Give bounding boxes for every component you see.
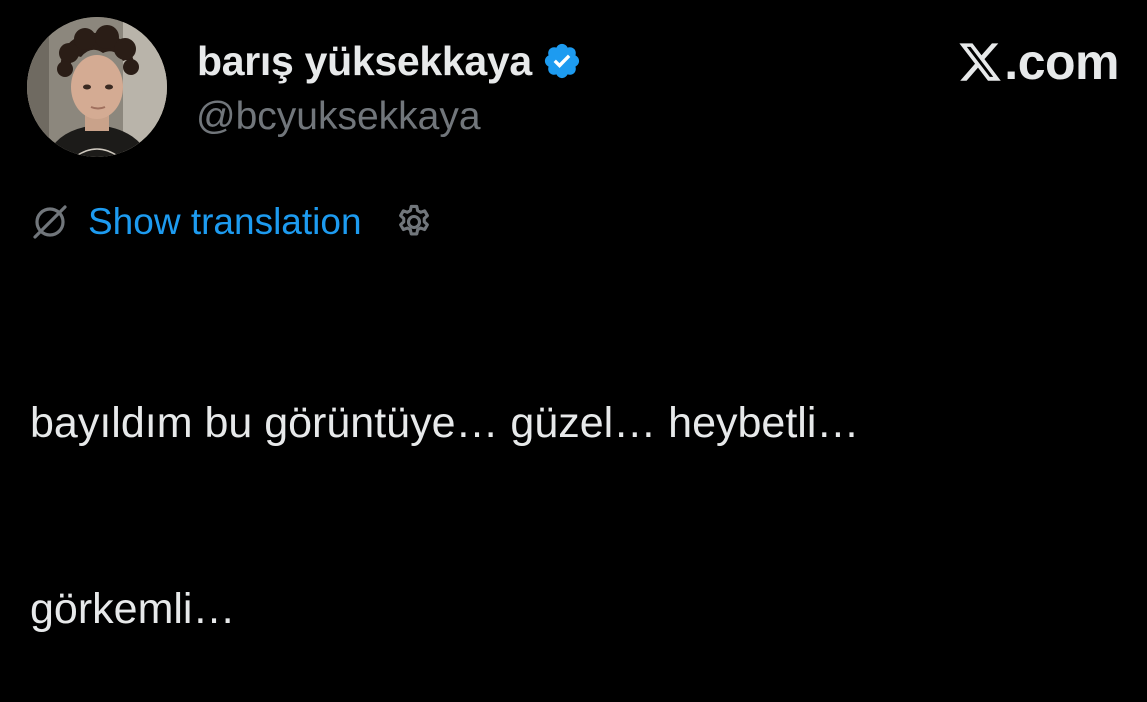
verified-badge-icon[interactable] [542, 41, 582, 81]
gear-icon[interactable] [392, 200, 436, 244]
avatar[interactable] [27, 17, 167, 157]
tweet-text-line: görkemli… [30, 585, 236, 633]
brand-logo: .com [957, 34, 1119, 90]
tweet-text-line: bayıldım bu görüntüye… güzel… heybetli… [30, 399, 860, 447]
avatar-photo [27, 17, 167, 157]
translation-row: Show translation [30, 197, 436, 247]
display-name-row: barış yüksekkaya [197, 36, 582, 86]
user-handle[interactable]: @bcyuksekkaya [196, 95, 481, 139]
display-name[interactable]: barış yüksekkaya [197, 38, 532, 85]
brand-text: .com [1004, 34, 1119, 90]
tweet-text: bayıldım bu görüntüye… güzel… heybetli… … [30, 268, 1110, 702]
show-translation-link[interactable]: Show translation [88, 201, 362, 243]
globe-slash-icon [30, 202, 70, 242]
x-logo-icon [957, 39, 1003, 85]
